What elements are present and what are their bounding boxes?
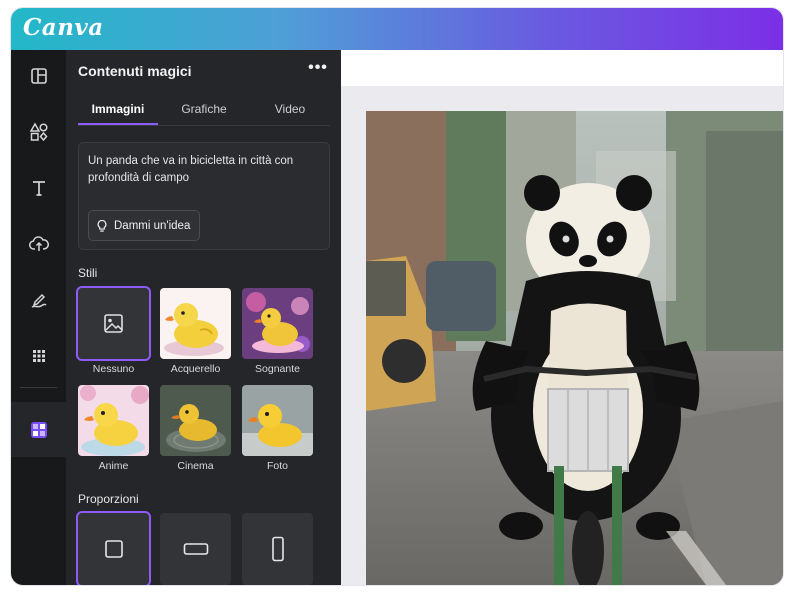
- ratio-square-button[interactable]: [76, 511, 151, 585]
- rail-item-design[interactable]: [11, 52, 66, 100]
- style-label: Anime: [98, 460, 129, 472]
- top-bar: Canva: [11, 8, 783, 50]
- style-anime[interactable]: Anime: [78, 385, 149, 472]
- canvas-area: [341, 50, 783, 585]
- style-label: Sognante: [255, 363, 300, 375]
- style-foto[interactable]: Foto: [242, 385, 313, 472]
- style-thumb[interactable]: [78, 385, 149, 456]
- rail-divider: [20, 387, 57, 388]
- tabs-divider: [78, 125, 330, 126]
- style-thumb[interactable]: [160, 385, 231, 456]
- elements-icon: [29, 122, 48, 142]
- prompt-text[interactable]: Un panda che va in bicicletta in città c…: [88, 153, 318, 187]
- style-nessuno[interactable]: Nessuno: [76, 286, 151, 375]
- draw-icon: [31, 293, 47, 308]
- idea-button[interactable]: Dammi un'idea: [88, 210, 200, 241]
- duck-watercolor-thumbnail: [160, 288, 231, 359]
- style-label: Foto: [266, 460, 288, 472]
- ratio-landscape-button[interactable]: [160, 513, 231, 585]
- rail-item-magic-media[interactable]: [11, 402, 66, 457]
- square-ratio-icon: [104, 540, 123, 558]
- tab-immagini[interactable]: Immagini: [78, 102, 158, 124]
- style-acquerello[interactable]: Acquerello: [160, 288, 231, 375]
- ratio-portrait-button[interactable]: [242, 513, 313, 585]
- magic-media-icon: [30, 421, 47, 438]
- style-label: Acquerello: [170, 363, 221, 375]
- text-icon: [32, 181, 45, 196]
- panel-title: Contenuti magici: [78, 63, 192, 79]
- idea-button-label: Dammi un'idea: [114, 219, 191, 232]
- panda-bicycle-image: [366, 111, 783, 585]
- prompt-textarea[interactable]: Un panda che va in bicicletta in città c…: [78, 142, 330, 250]
- more-options-button[interactable]: •••: [306, 59, 330, 81]
- style-label: Nessuno: [92, 363, 135, 375]
- canva-logo[interactable]: Canva: [23, 14, 104, 41]
- rail-item-uploads[interactable]: [11, 220, 66, 268]
- generated-panda-image[interactable]: [366, 111, 783, 585]
- duck-dreamy-thumbnail: [242, 288, 313, 359]
- portrait-ratio-icon: [271, 536, 284, 562]
- style-thumb[interactable]: [160, 288, 231, 359]
- style-thumb[interactable]: [242, 385, 313, 456]
- rail-item-draw[interactable]: [11, 276, 66, 324]
- lightbulb-icon: [97, 219, 107, 232]
- tab-grafiche[interactable]: Grafiche: [164, 102, 244, 124]
- style-thumb[interactable]: [242, 288, 313, 359]
- canvas-top-strip: [341, 50, 783, 86]
- rail-item-elements[interactable]: [11, 108, 66, 156]
- style-cinema[interactable]: Cinema: [160, 385, 231, 472]
- upload-icon: [28, 236, 49, 251]
- style-label: Cinema: [177, 460, 214, 472]
- style-thumb[interactable]: [76, 286, 151, 361]
- tab-video[interactable]: Video: [250, 102, 330, 124]
- app-window: Canva Contenuti magici ••• Immagini Graf…: [11, 8, 783, 585]
- landscape-ratio-icon: [183, 543, 208, 555]
- duck-cinema-thumbnail: [160, 385, 231, 456]
- media-tabs: Immagini Grafiche Video: [78, 102, 330, 126]
- layout-icon: [30, 68, 47, 84]
- styles-heading: Stili: [78, 266, 98, 280]
- rail-item-apps[interactable]: [11, 332, 66, 380]
- duck-photo-thumbnail: [242, 385, 313, 456]
- magic-media-panel: Contenuti magici ••• Immagini Grafiche V…: [66, 50, 341, 585]
- style-sognante[interactable]: Sognante: [242, 288, 313, 375]
- image-icon: [104, 314, 123, 333]
- side-rail: [11, 50, 66, 585]
- active-tab-indicator: [78, 123, 158, 125]
- duck-anime-thumbnail: [78, 385, 149, 456]
- rail-item-text[interactable]: [11, 164, 66, 212]
- apps-grid-icon: [32, 350, 45, 362]
- ratios-heading: Proporzioni: [78, 492, 139, 506]
